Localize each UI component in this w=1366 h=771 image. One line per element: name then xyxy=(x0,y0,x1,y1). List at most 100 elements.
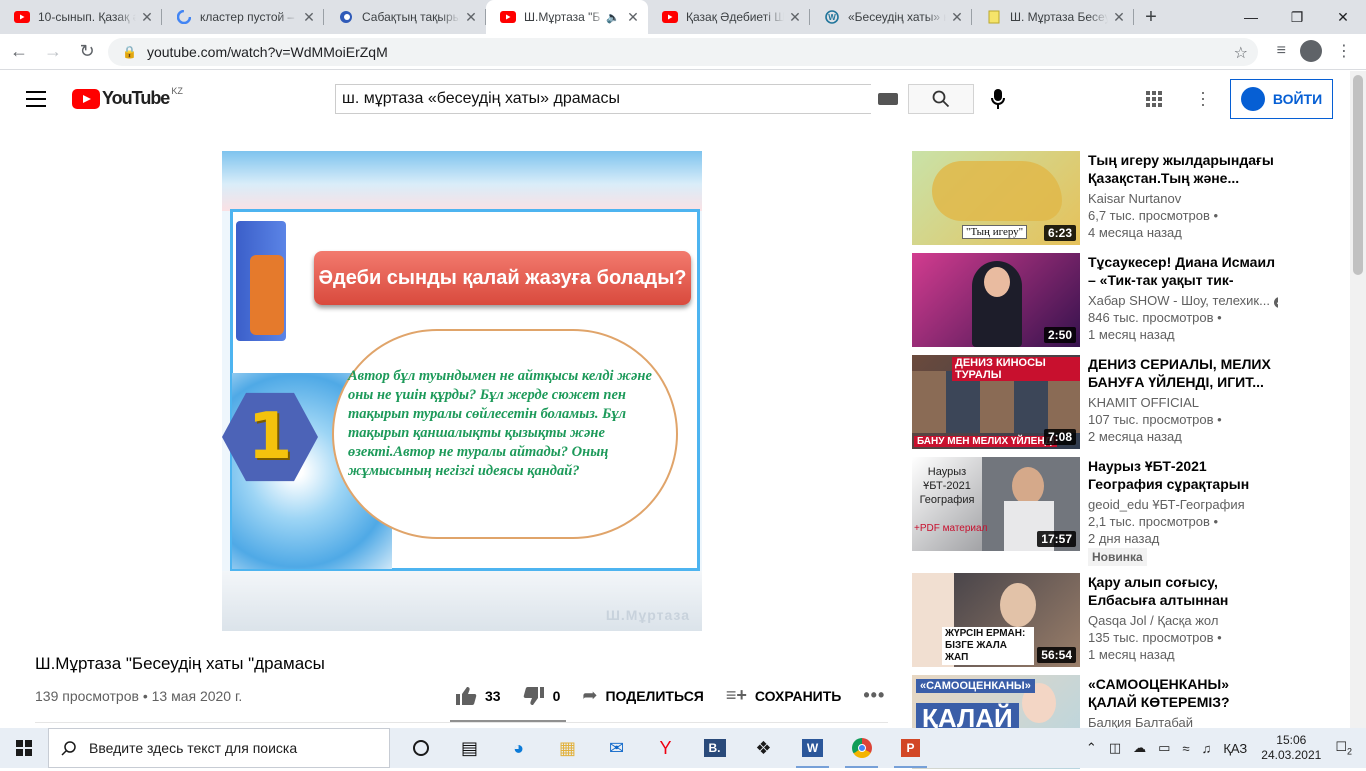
recommended-video[interactable]: Наурыз ҰБТ-2021 География +PDF материал 17… xyxy=(912,457,1332,566)
battery-icon[interactable]: ▭ xyxy=(1158,740,1170,756)
reload-button[interactable]: ↻ xyxy=(72,37,102,67)
powerpoint-app-icon[interactable]: P xyxy=(886,728,935,768)
sign-in-button[interactable]: ВОЙТИ xyxy=(1230,79,1333,119)
close-tab-icon[interactable]: ✕ xyxy=(464,9,478,26)
video-thumbnail[interactable]: 2:50 xyxy=(912,253,1080,347)
recommended-video[interactable]: ЖҮРСІН ЕРМАН: БІЗГЕ ЖАЛА ЖАП 56:54 Қару ал… xyxy=(912,573,1332,669)
reading-list-icon[interactable]: ≡ xyxy=(1277,42,1286,60)
word-app-icon[interactable]: W xyxy=(788,728,837,768)
browser-tab[interactable]: 10-сынып. Қазақ ә ✕ xyxy=(0,0,162,34)
close-tab-icon[interactable]: ✕ xyxy=(626,9,640,26)
channel-name[interactable]: Хабар SHOW - Шоу, телехик... xyxy=(1088,293,1270,308)
chrome-app-icon[interactable] xyxy=(837,728,886,768)
browser-tab[interactable]: кластер пустой – G ✕ xyxy=(162,0,324,34)
recommended-video[interactable]: 2:50 Тұсаукесер! Диана Исмаил – «Тик-так … xyxy=(912,253,1332,349)
browser-tab[interactable]: Ш.Мұртаза "Б 🔈 ✕ xyxy=(486,0,648,34)
hamburger-menu-icon[interactable] xyxy=(26,91,46,112)
edge-app-icon[interactable]: ◕ xyxy=(494,728,543,768)
youtube-logo[interactable]: YouTube KZ xyxy=(72,86,183,109)
dropbox-app-icon[interactable]: ❖ xyxy=(739,728,788,768)
like-button[interactable]: 33 xyxy=(455,686,501,706)
search-input[interactable]: ш. мұртаза «бесеудің хаты» драмасы xyxy=(335,84,871,114)
browser-tab[interactable]: W «Бесеудің хаты» н ✕ xyxy=(810,0,972,34)
yandex-app-icon[interactable]: Y xyxy=(641,728,690,768)
start-button[interactable] xyxy=(0,728,48,768)
browser-tab[interactable]: Қазақ Әдебиеті Ш ✕ xyxy=(648,0,810,34)
notifications-icon[interactable]: ☐2 xyxy=(1335,739,1352,757)
close-tab-icon[interactable]: ✕ xyxy=(950,9,964,26)
thumbnail-caption: «САМООЦЕНКАНЫ» xyxy=(916,679,1035,693)
channel-name[interactable]: geoid_edu ҰБТ-География xyxy=(1088,497,1245,512)
video-meta: 139 просмотров • 13 мая 2020 г. xyxy=(35,688,243,704)
channel-name[interactable]: Qasqa Jol / Қасқа жол xyxy=(1088,613,1218,628)
recommended-video-title[interactable]: Қару алып соғысу, Елбасыға алтыннан еске… xyxy=(1088,573,1278,609)
recommended-video-title[interactable]: ДЕНИЗ СЕРИАЛЫ, МЕЛИХ БАНУҒА ҮЙЛЕНДІ, ИГИ… xyxy=(1088,355,1278,391)
video-thumbnail[interactable]: Наурыз ҰБТ-2021 География +PDF материал 17… xyxy=(912,457,1080,551)
new-tab-button[interactable]: + xyxy=(1134,0,1168,34)
forward-button[interactable]: → xyxy=(38,37,68,67)
wifi-icon[interactable]: ≈ xyxy=(1182,741,1189,756)
keyboard-icon[interactable] xyxy=(878,93,898,105)
upload-age: 2 дня назад xyxy=(1088,531,1160,546)
channel-name[interactable]: Kaisar Nurtanov xyxy=(1088,191,1181,206)
browser-tab[interactable]: Сабақтың тақырыб ✕ xyxy=(324,0,486,34)
recommended-video-title[interactable]: Наурыз ҰБТ-2021 География сұрақтарын тал… xyxy=(1088,457,1278,493)
profile-icon[interactable] xyxy=(1300,40,1322,62)
video-thumbnail[interactable]: "Тың игеру" 6:23 xyxy=(912,151,1080,245)
meet-now-icon[interactable]: ◫ xyxy=(1109,740,1121,756)
chevron-up-icon[interactable]: ⌃ xyxy=(1086,740,1097,756)
share-icon: ➦ xyxy=(582,685,598,705)
url-text: youtube.com/watch?v=WdMMoiErZqM xyxy=(146,44,388,60)
apps-grid-icon[interactable] xyxy=(1146,91,1162,107)
save-button[interactable]: ≡+ СОХРАНИТЬ xyxy=(726,685,841,706)
channel-name[interactable]: KHAMIT OFFICIAL xyxy=(1088,395,1199,410)
b-app-icon[interactable]: B. xyxy=(690,728,739,768)
video-player[interactable]: Әдеби сынды қалай жазуға болады? 1 Автор… xyxy=(222,151,702,631)
google-icon xyxy=(176,9,192,25)
dislike-button[interactable]: 0 xyxy=(523,686,560,706)
close-tab-icon[interactable]: ✕ xyxy=(140,9,154,26)
task-view-icon[interactable]: ▤ xyxy=(445,728,494,768)
recommended-video[interactable]: ДЕНИЗ КИНОСЫ ТУРАЛЫ БАНУ МЕН МЕЛИХ ҮЙЛЕНД… xyxy=(912,355,1332,451)
settings-dots-icon[interactable]: · · · xyxy=(1200,83,1206,113)
slide-watermark: Ш.Мұртаза xyxy=(605,607,690,623)
youtube-icon xyxy=(662,9,678,25)
playlist-add-icon: ≡+ xyxy=(725,685,747,705)
cortana-icon[interactable] xyxy=(396,728,445,768)
close-window-button[interactable]: ✕ xyxy=(1320,0,1366,34)
recommended-video-title[interactable]: Тұсаукесер! Диана Исмаил – «Тик-так уақы… xyxy=(1088,253,1278,289)
video-thumbnail[interactable]: ДЕНИЗ КИНОСЫ ТУРАЛЫ БАНУ МЕН МЕЛИХ ҮЙЛЕНД… xyxy=(912,355,1080,449)
video-thumbnail[interactable]: ЖҮРСІН ЕРМАН: БІЗГЕ ЖАЛА ЖАП 56:54 xyxy=(912,573,1080,667)
speaker-icon[interactable]: 🔈 xyxy=(606,11,620,24)
file-explorer-icon[interactable]: ▦ xyxy=(543,728,592,768)
microphone-icon[interactable] xyxy=(988,88,1008,112)
volume-icon[interactable]: ♫ xyxy=(1202,741,1212,756)
language-indicator[interactable]: ҚАЗ xyxy=(1223,741,1247,756)
recommended-video-title[interactable]: Тың игеру жылдарындағы Қазақстан.Тың жән… xyxy=(1088,151,1278,187)
address-bar[interactable]: 🔒 youtube.com/watch?v=WdMMoiErZqM ☆ xyxy=(108,38,1258,66)
close-tab-icon[interactable]: ✕ xyxy=(1112,9,1126,26)
video-duration: 56:54 xyxy=(1037,647,1076,663)
search-button[interactable] xyxy=(908,84,974,114)
page-scrollbar[interactable] xyxy=(1350,71,1366,728)
recommended-video-title[interactable]: «САМООЦЕНКАНЫ» ҚАЛАЙ КӨТЕРЕМІЗ? xyxy=(1088,675,1278,711)
taskbar-search-input[interactable]: Введите здесь текст для поиска xyxy=(48,728,390,768)
clock[interactable]: 15:06 24.03.2021 xyxy=(1261,733,1321,763)
close-tab-icon[interactable]: ✕ xyxy=(302,9,316,26)
browser-tab[interactable]: Ш. Мұртаза Бесеу ✕ xyxy=(972,0,1134,34)
video-title: Ш.Мұртаза "Бесеудің хаты "драмасы xyxy=(35,654,325,673)
menu-icon[interactable]: ⋮ xyxy=(1336,41,1352,61)
svg-text:W: W xyxy=(828,13,836,22)
onedrive-icon[interactable]: ☁ xyxy=(1133,740,1146,756)
mail-app-icon[interactable]: ✉ xyxy=(592,728,641,768)
restore-button[interactable]: ❐ xyxy=(1274,0,1320,34)
close-tab-icon[interactable]: ✕ xyxy=(788,9,802,26)
minimize-button[interactable]: — xyxy=(1228,0,1274,34)
share-button[interactable]: ➦ ПОДЕЛИТЬСЯ xyxy=(582,685,704,706)
back-button[interactable]: ← xyxy=(4,37,34,67)
wordpress-icon: W xyxy=(824,9,840,25)
windows-taskbar: Введите здесь текст для поиска ▤ ◕ ▦ ✉ Y… xyxy=(0,728,1366,768)
more-actions-icon[interactable]: ••• xyxy=(863,685,885,706)
bookmark-star-icon[interactable]: ☆ xyxy=(1234,43,1248,63)
recommended-video[interactable]: "Тың игеру" 6:23 Тың игеру жылдарындағы Қа… xyxy=(912,151,1332,247)
